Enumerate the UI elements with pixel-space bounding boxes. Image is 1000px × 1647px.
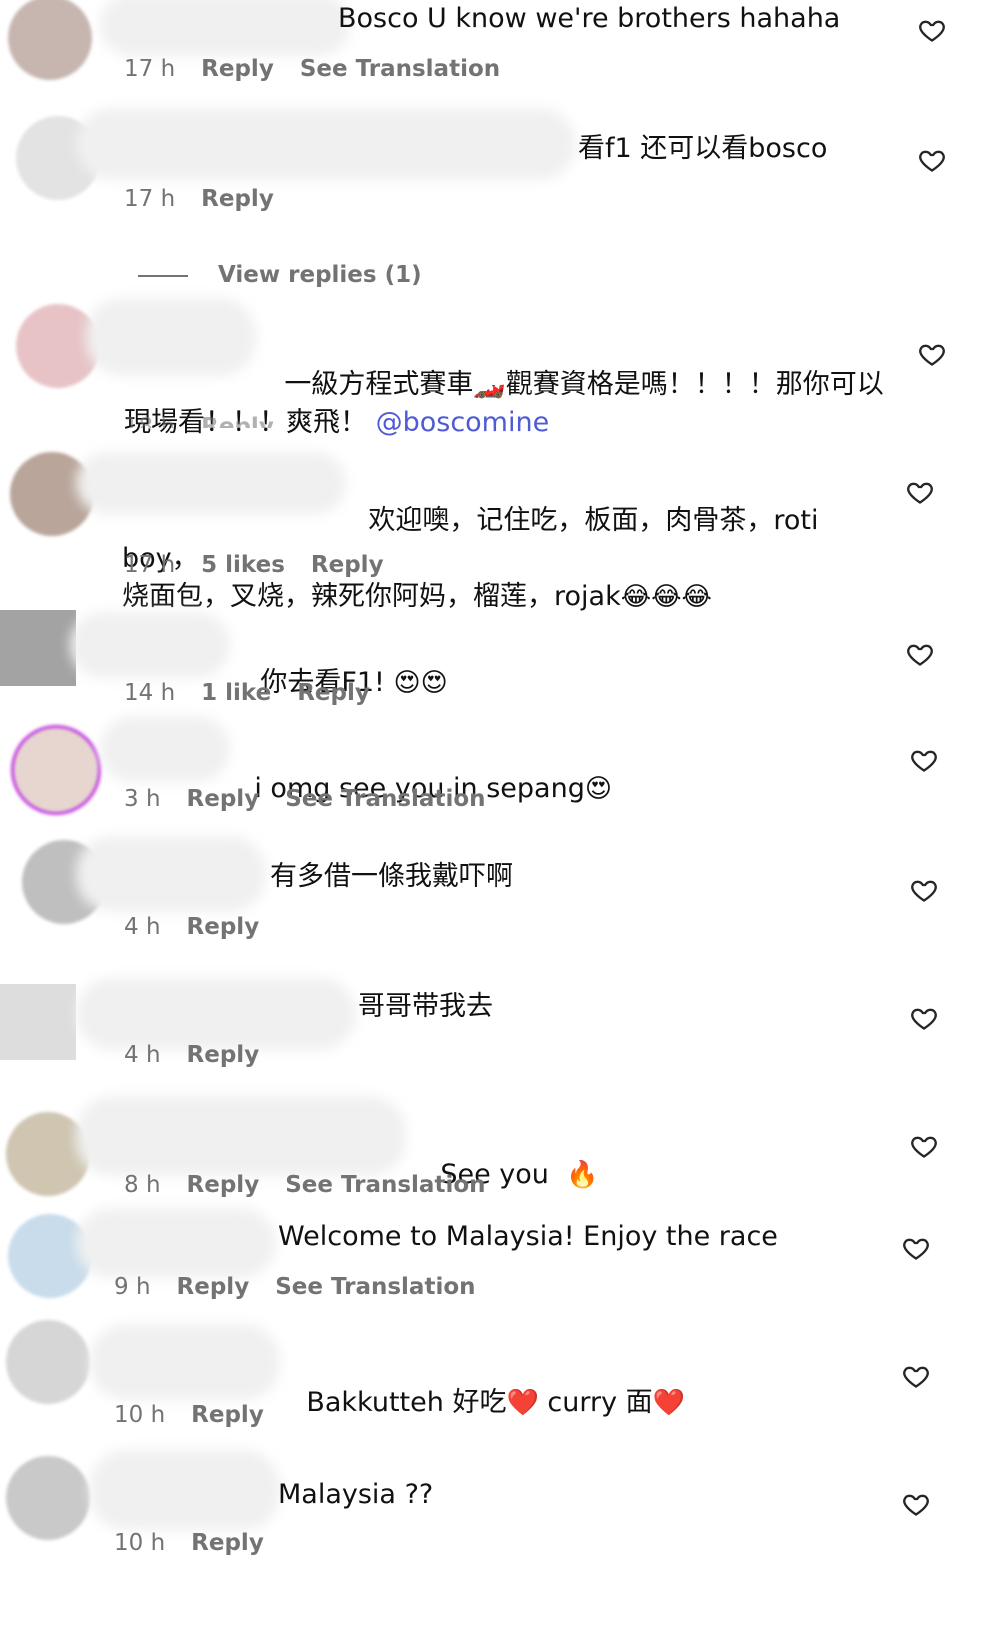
like-heart-icon[interactable] — [906, 478, 934, 506]
likes-count[interactable]: 5 likes — [201, 552, 285, 578]
see-translation-button[interactable]: See Translation — [285, 1172, 485, 1198]
heart-icon: ❤️ — [506, 1388, 539, 1418]
comment-time: 17 h — [124, 56, 176, 82]
avatar[interactable] — [0, 610, 76, 686]
comment-time: 17 h — [124, 186, 176, 212]
comment-meta: 10 h Reply — [114, 1402, 290, 1428]
comment-text: Bakkutteh 好吃❤️ curry 面❤️ — [306, 1387, 686, 1418]
comment-meta: 17 h Reply See Translation — [124, 56, 526, 82]
heart-eyes-emoji-icon: 😍 — [584, 774, 612, 804]
reply-button[interactable]: Reply — [187, 786, 260, 812]
like-heart-icon[interactable] — [902, 1490, 930, 1518]
redacted-username — [76, 978, 356, 1050]
comment-meta: 10 h Reply — [114, 1530, 290, 1556]
comment-text: 哥哥带我去 — [358, 991, 493, 1022]
comment-time: 18 h — [124, 414, 176, 428]
avatar[interactable] — [6, 1456, 90, 1540]
comment-time: 3 h — [124, 786, 161, 812]
redacted-username — [70, 612, 230, 678]
reply-button[interactable]: Reply — [201, 186, 274, 212]
comment-time: 4 h — [124, 914, 161, 940]
comment-text: Malaysia ?? — [278, 1479, 434, 1510]
fire-emoji-icon: 🔥 — [566, 1160, 599, 1190]
like-heart-icon[interactable] — [910, 746, 938, 774]
comment-time: 10 h — [114, 1530, 166, 1556]
redacted-username — [90, 1324, 280, 1400]
see-translation-button[interactable]: See Translation — [275, 1274, 475, 1300]
like-heart-icon[interactable] — [910, 1132, 938, 1160]
comment-meta: 8 h Reply See Translation — [124, 1172, 512, 1198]
comment-time: 8 h — [124, 1172, 161, 1198]
divider-line — [138, 274, 188, 277]
redacted-username — [76, 836, 266, 912]
like-heart-icon[interactable] — [910, 1004, 938, 1032]
comment-time: 4 h — [124, 1042, 161, 1068]
like-heart-icon[interactable] — [918, 340, 946, 368]
reply-button[interactable]: Reply — [191, 1402, 264, 1428]
heart-icon: ❤️ — [652, 1388, 686, 1418]
laughing-emoji-icon: 😂😂😂 — [620, 582, 712, 612]
comment-meta: 17 h Reply — [124, 186, 300, 212]
see-translation-button[interactable]: See Translation — [300, 56, 500, 82]
comment-text: 有多借一條我戴吓啊 — [270, 861, 513, 892]
avatar[interactable] — [14, 728, 98, 812]
comment-time: 10 h — [114, 1402, 166, 1428]
race-car-icon: 🏎️ — [473, 370, 506, 400]
like-heart-icon[interactable] — [902, 1234, 930, 1262]
redacted-username — [76, 108, 576, 180]
reply-button[interactable]: Reply — [187, 1172, 260, 1198]
redacted-username — [100, 0, 350, 56]
comment-text: 看f1 还可以看bosco — [578, 133, 828, 164]
reply-button[interactable]: Reply — [191, 1530, 264, 1556]
like-heart-icon[interactable] — [906, 640, 934, 668]
like-heart-icon[interactable] — [918, 16, 946, 44]
reply-button[interactable]: Reply — [311, 552, 384, 578]
comment-meta: 17 h 5 likes Reply — [124, 552, 410, 578]
avatar[interactable] — [6, 1320, 90, 1404]
heart-eyes-emoji-icon: 😍😍 — [393, 668, 448, 698]
reply-button[interactable]: Reply — [201, 414, 274, 428]
comment-text: Welcome to Malaysia! Enjoy the race — [278, 1221, 778, 1252]
comment-meta: 4 h Reply — [124, 1042, 285, 1068]
reply-button[interactable]: Reply — [201, 56, 274, 82]
comment-time: 9 h — [114, 1274, 151, 1300]
redacted-username — [90, 1450, 280, 1530]
like-heart-icon[interactable] — [902, 1362, 930, 1390]
comment-time: 14 h — [124, 680, 176, 706]
likes-count[interactable]: 1 like — [201, 680, 271, 706]
avatar[interactable] — [8, 0, 92, 80]
comment-meta: 4 h Reply — [124, 914, 285, 940]
view-replies-button[interactable]: View replies (1) — [138, 262, 422, 288]
like-heart-icon[interactable] — [910, 876, 938, 904]
avatar[interactable] — [0, 984, 76, 1060]
redacted-username — [76, 1096, 406, 1176]
comment-meta: 3 h Reply See Translation — [124, 786, 512, 812]
comment-time: 17 h — [124, 552, 176, 578]
redacted-username — [100, 716, 230, 782]
comment-text: Bosco U know we're brothers hahaha — [338, 3, 841, 34]
like-heart-icon[interactable] — [918, 146, 946, 174]
mention-link[interactable]: @boscomine — [376, 407, 550, 438]
reply-button[interactable]: Reply — [177, 1274, 250, 1300]
comment-meta: 9 h Reply See Translation — [114, 1274, 502, 1300]
reply-button[interactable]: Reply — [297, 680, 370, 706]
see-translation-button[interactable]: See Translation — [285, 786, 485, 812]
reply-button[interactable]: Reply — [187, 1042, 260, 1068]
comment-meta: 18 h Reply — [124, 414, 300, 428]
reply-button[interactable]: Reply — [187, 914, 260, 940]
redacted-username — [76, 1208, 276, 1278]
comment-meta: 14 h 1 like Reply — [124, 680, 396, 706]
